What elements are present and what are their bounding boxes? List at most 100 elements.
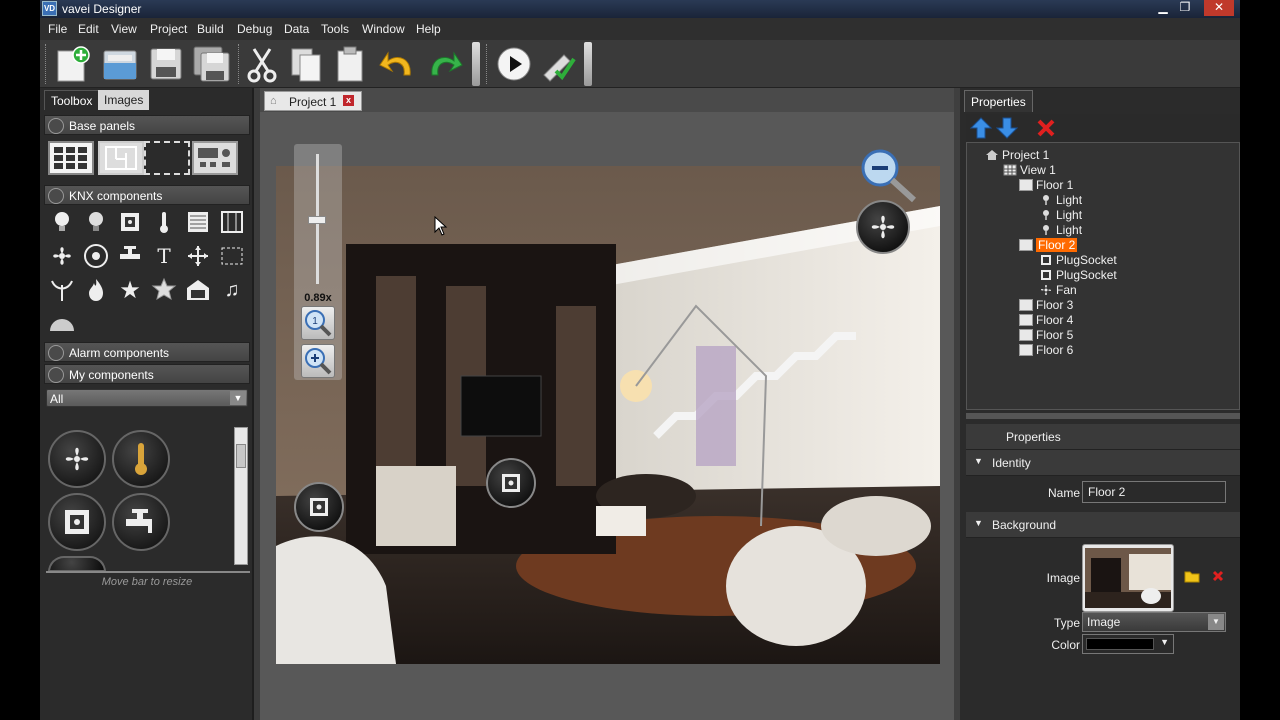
empty-panel-icon[interactable] (144, 141, 190, 175)
toolbar-grip[interactable] (45, 44, 48, 84)
gauge-icon[interactable] (48, 310, 76, 338)
device-panel-icon[interactable] (192, 141, 238, 175)
design-canvas[interactable]: 0.89x 1 (260, 112, 954, 720)
section-my-components[interactable]: My components (44, 364, 250, 384)
move-tool-icon[interactable] (184, 242, 212, 270)
tree-node[interactable]: Floor 1 (1019, 177, 1073, 192)
fire-icon[interactable] (82, 276, 110, 304)
menu-view[interactable]: View (111, 22, 137, 36)
plug-socket-widget[interactable] (486, 458, 536, 508)
project-tree[interactable]: Project 1 View 1 Floor 1 Light Light Light Flo… (966, 142, 1240, 410)
section-knx-components[interactable]: KNX components (44, 185, 250, 205)
clear-image-icon[interactable] (1212, 570, 1224, 585)
type-select[interactable]: Image ▼ (1082, 612, 1226, 632)
tree-node[interactable]: Project 1 (985, 147, 1049, 162)
fan-icon[interactable] (48, 242, 76, 270)
tree-node[interactable]: Light (1039, 222, 1082, 237)
new-document-icon[interactable] (52, 43, 92, 85)
tree-node[interactable]: Floor 3 (1019, 297, 1073, 312)
dimmer-icon[interactable] (82, 242, 110, 270)
panel-splitter[interactable] (966, 413, 1240, 419)
light-bulb-2-icon[interactable] (82, 208, 110, 236)
move-up-icon[interactable] (969, 116, 993, 143)
door-icon[interactable] (218, 208, 246, 236)
name-field[interactable]: Floor 2 (1082, 481, 1226, 503)
toolbar-grip-2[interactable] (238, 44, 241, 84)
redo-icon[interactable] (424, 43, 464, 85)
section-alarm-components[interactable]: Alarm components (44, 342, 250, 362)
tree-node[interactable]: PlugSocket (1039, 252, 1117, 267)
open-icon[interactable] (100, 43, 140, 85)
tree-node[interactable]: Light (1039, 192, 1082, 207)
tab-toolbox[interactable]: Toolbox (44, 90, 100, 110)
resize-bar[interactable] (46, 571, 250, 573)
valve-widget-icon[interactable] (112, 493, 170, 551)
floor-background-image[interactable] (276, 166, 940, 664)
component-filter-select[interactable]: All ▼ (46, 389, 248, 407)
save-all-icon[interactable] (192, 43, 232, 85)
close-window-button[interactable]: ✕ (1204, 0, 1234, 16)
tree-node[interactable]: Fan (1039, 282, 1077, 297)
zoom-slider-thumb[interactable] (308, 216, 326, 224)
grid-panel-icon[interactable] (48, 141, 94, 175)
socket-widget-icon[interactable] (48, 493, 106, 551)
selection-tool-icon[interactable] (218, 242, 246, 270)
zoom-fit-button[interactable] (301, 344, 335, 378)
undo-icon[interactable] (378, 43, 418, 85)
menu-build[interactable]: Build (197, 22, 224, 36)
delete-icon[interactable] (1036, 118, 1056, 141)
star-badge-icon[interactable] (150, 276, 178, 304)
build-icon[interactable] (538, 43, 578, 85)
menu-data[interactable]: Data (284, 22, 309, 36)
identity-group[interactable]: ▼ Identity (966, 450, 1240, 476)
cut-icon[interactable] (242, 43, 282, 85)
save-icon[interactable] (146, 43, 186, 85)
socket-icon[interactable] (116, 208, 144, 236)
menu-file[interactable]: File (48, 22, 67, 36)
tree-node[interactable]: Floor 5 (1019, 327, 1073, 342)
plug-socket-widget-2[interactable] (294, 482, 344, 532)
tree-node[interactable]: Light (1039, 207, 1082, 222)
text-tool-icon[interactable]: T (150, 242, 178, 270)
zoom-out-magnifier-icon[interactable] (852, 144, 922, 208)
section-base-panels[interactable]: Base panels (44, 115, 250, 135)
garage-icon[interactable] (184, 276, 212, 304)
tab-images[interactable]: Images (98, 90, 150, 110)
background-image-thumbnail[interactable] (1082, 544, 1174, 612)
menu-window[interactable]: Window (362, 22, 405, 36)
menu-tools[interactable]: Tools (321, 22, 349, 36)
audio-icon[interactable]: ♫ (218, 276, 246, 304)
zoom-actual-size-button[interactable]: 1 (301, 306, 335, 340)
tree-node[interactable]: Floor 4 (1019, 312, 1073, 327)
star-icon[interactable]: ★ (116, 276, 144, 304)
blinds-icon[interactable] (184, 208, 212, 236)
paste-icon[interactable] (330, 43, 370, 85)
floorplan-panel-icon[interactable] (98, 141, 144, 175)
tab-project-1[interactable]: ⌂ Project 1 x (264, 91, 362, 111)
copy-icon[interactable] (286, 43, 326, 85)
menu-help[interactable]: Help (416, 22, 441, 36)
scrollbar-thumb[interactable] (236, 444, 246, 468)
toolbar-grip-3[interactable] (486, 44, 489, 84)
tree-node[interactable]: Floor 2 (1019, 237, 1078, 252)
components-scrollbar[interactable] (234, 427, 248, 565)
close-tab-icon[interactable]: x (343, 95, 354, 106)
light-bulb-icon[interactable] (48, 208, 76, 236)
fan-widget-icon[interactable] (48, 430, 106, 488)
menu-debug[interactable]: Debug (237, 22, 272, 36)
antenna-icon[interactable] (48, 276, 76, 304)
move-down-icon[interactable] (995, 116, 1019, 143)
valve-icon[interactable] (116, 242, 144, 270)
tree-node[interactable]: View 1 (1003, 162, 1056, 177)
partial-widget-icon[interactable] (48, 556, 106, 572)
background-group[interactable]: ▼ Background (966, 512, 1240, 538)
tab-properties[interactable]: Properties (964, 90, 1033, 112)
restore-button[interactable]: ❐ (1172, 0, 1198, 16)
thermometer-icon[interactable] (150, 208, 178, 236)
fan-widget[interactable] (856, 200, 910, 254)
run-icon[interactable] (494, 43, 534, 85)
thermometer-widget-icon[interactable] (112, 430, 170, 488)
folder-icon[interactable] (1184, 569, 1200, 586)
tree-node[interactable]: Floor 6 (1019, 342, 1073, 357)
menu-project[interactable]: Project (150, 22, 187, 36)
